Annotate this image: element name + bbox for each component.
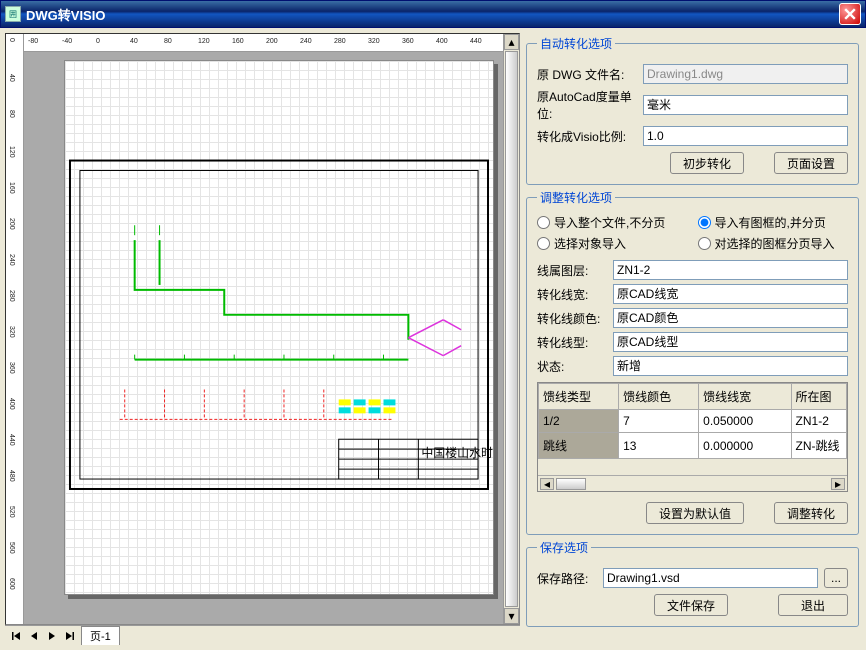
th-layer[interactable]: 所在图 [791,384,846,410]
canvas-pane: 0408012016020024028032036040044048052056… [5,33,520,645]
drawing-page: 中国楼山水时尚酒店 [64,60,494,595]
lineweight-label: 转化线宽: [537,286,607,303]
table-row[interactable]: 跳线130.000000ZN-跳线 [539,433,847,459]
radio-selected-frame[interactable]: 对选择的图框分页导入 [698,235,849,252]
linetype-select[interactable]: 原CAD线型 [613,332,848,352]
radio-select-object[interactable]: 选择对象导入 [537,235,688,252]
nav-next-button[interactable] [45,629,59,643]
table-row[interactable]: 1/270.050000ZN1-2 [539,410,847,433]
page-nav-bar: 页-1 [5,625,520,645]
svg-text:中国楼山水时尚酒店: 中国楼山水时尚酒店 [421,445,493,460]
scroll-up-icon[interactable]: ▴ [504,34,519,50]
th-width[interactable]: 馈线线宽 [699,384,791,410]
table-horizontal-scrollbar[interactable]: ◂ ▸ [538,475,847,491]
drawing-area[interactable]: 中国楼山水时尚酒店 [24,52,503,624]
linetype-label: 转化线型: [537,334,607,351]
linecolor-label: 转化线颜色: [537,310,607,327]
save-path-label: 保存路径: [537,570,597,587]
scroll-down-icon[interactable]: ▾ [504,608,519,624]
feeder-table[interactable]: 馈线类型 馈线颜色 馈线线宽 所在图 1/270.050000ZN1-2跳线13… [537,382,848,492]
save-file-button[interactable]: 文件保存 [654,594,728,616]
dwg-file-label: 原 DWG 文件名: [537,66,637,83]
radio-with-frame[interactable]: 导入有图框的,并分页 [698,214,849,231]
save-path-field[interactable] [603,568,818,588]
nav-prev-button[interactable] [27,629,41,643]
layer-select[interactable]: ZN1-2 [613,260,848,280]
browse-button[interactable]: ... [824,568,848,588]
unit-label: 原AutoCad度量单位: [537,88,637,122]
page-tab[interactable]: 页-1 [81,626,120,645]
close-button[interactable] [839,3,861,25]
set-default-button[interactable]: 设置为默认值 [646,502,744,524]
scroll-left-icon[interactable]: ◂ [540,478,554,490]
save-group: 保存选项 保存路径: ... 文件保存 退出 [526,539,859,627]
status-select[interactable]: 新增 [613,356,848,376]
status-label: 状态: [537,358,607,375]
scroll-right-icon[interactable]: ▸ [831,478,845,490]
close-icon [844,8,856,20]
app-icon: 囲 [5,6,21,22]
th-color[interactable]: 馈线颜色 [619,384,699,410]
options-pane: 自动转化选项 原 DWG 文件名: 原AutoCad度量单位: 毫米 转化成Vi… [524,33,861,645]
scale-field[interactable] [643,126,848,146]
initial-convert-button[interactable]: 初步转化 [670,152,744,174]
save-legend: 保存选项 [537,539,591,556]
vertical-scrollbar[interactable]: ▴ ▾ [503,34,519,624]
lineweight-select[interactable]: 原CAD线宽 [613,284,848,304]
window-title: DWG转VISIO [26,5,839,24]
horizontal-ruler: -80-4004080120160200240280320360400440 [24,34,503,52]
layer-label: 线属图层: [537,262,607,279]
linecolor-select[interactable]: 原CAD颜色 [613,308,848,328]
vertical-ruler: 0408012016020024028032036040044048052056… [6,34,24,624]
scale-label: 转化成Visio比例: [537,128,637,145]
nav-first-button[interactable] [9,629,23,643]
th-type[interactable]: 馈线类型 [539,384,619,410]
dwg-file-field [643,64,848,84]
unit-select[interactable]: 毫米 [643,95,848,115]
nav-last-button[interactable] [63,629,77,643]
adjust-convert-button[interactable]: 调整转化 [774,502,848,524]
exit-button[interactable]: 退出 [778,594,848,616]
auto-convert-group: 自动转化选项 原 DWG 文件名: 原AutoCad度量单位: 毫米 转化成Vi… [526,35,859,185]
auto-convert-legend: 自动转化选项 [537,35,615,52]
adjust-convert-group: 调整转化选项 导入整个文件,不分页 导入有图框的,并分页 选择对象导入 对选择的… [526,189,859,535]
titlebar: 囲 DWG转VISIO [0,0,866,28]
dwg-drawing: 中国楼山水时尚酒店 [65,61,493,594]
adjust-convert-legend: 调整转化选项 [537,189,615,206]
page-setup-button[interactable]: 页面设置 [774,152,848,174]
radio-whole-file[interactable]: 导入整个文件,不分页 [537,214,688,231]
